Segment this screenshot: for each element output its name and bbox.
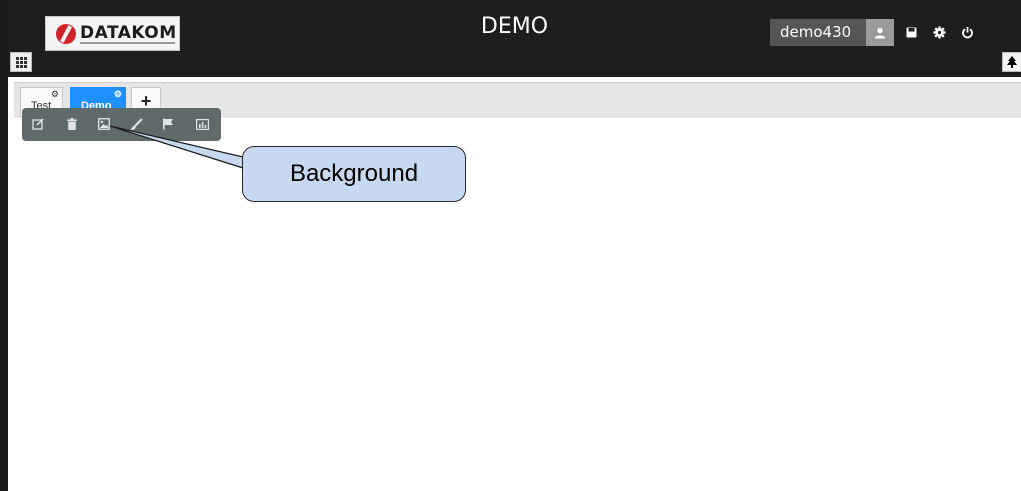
logout-button[interactable] bbox=[953, 19, 981, 46]
flag-icon bbox=[163, 118, 173, 130]
chart-icon bbox=[195, 118, 209, 130]
tab-settings-gear-icon[interactable]: ⚙ bbox=[51, 89, 59, 100]
apps-menu-button[interactable] bbox=[10, 52, 32, 72]
edit-button[interactable] bbox=[28, 114, 48, 134]
username-display: demo430 bbox=[770, 19, 866, 46]
page-edit-toolbar bbox=[22, 108, 221, 141]
edit-icon bbox=[32, 118, 44, 130]
background-button[interactable] bbox=[94, 114, 114, 134]
flag-button[interactable] bbox=[158, 114, 178, 134]
grid-icon bbox=[15, 56, 27, 68]
user-button[interactable] bbox=[866, 19, 894, 46]
app-window: DATAKOM DEMO demo430 Test ⚙ Demo ⚙ + Bac… bbox=[0, 0, 1021, 491]
trash-icon bbox=[67, 118, 77, 130]
chart-button[interactable] bbox=[192, 114, 212, 134]
top-header: DATAKOM DEMO demo430 bbox=[8, 0, 1021, 77]
tree-icon bbox=[1007, 56, 1017, 68]
logo-subtitle-line bbox=[80, 42, 175, 44]
delete-button[interactable] bbox=[62, 114, 82, 134]
brush-icon bbox=[130, 117, 143, 130]
left-border bbox=[0, 0, 8, 491]
save-icon bbox=[906, 27, 916, 38]
tab-settings-gear-icon[interactable]: ⚙ bbox=[114, 89, 122, 100]
callout-text: Background bbox=[289, 160, 419, 187]
style-button[interactable] bbox=[126, 114, 146, 134]
background-image-icon bbox=[98, 118, 110, 130]
user-icon bbox=[875, 27, 885, 38]
background-callout: Background bbox=[242, 146, 466, 202]
settings-button[interactable] bbox=[925, 19, 953, 46]
power-icon bbox=[961, 27, 973, 39]
side-panel-button[interactable] bbox=[1002, 52, 1021, 72]
save-button[interactable] bbox=[897, 19, 925, 46]
gear-icon bbox=[933, 26, 945, 39]
